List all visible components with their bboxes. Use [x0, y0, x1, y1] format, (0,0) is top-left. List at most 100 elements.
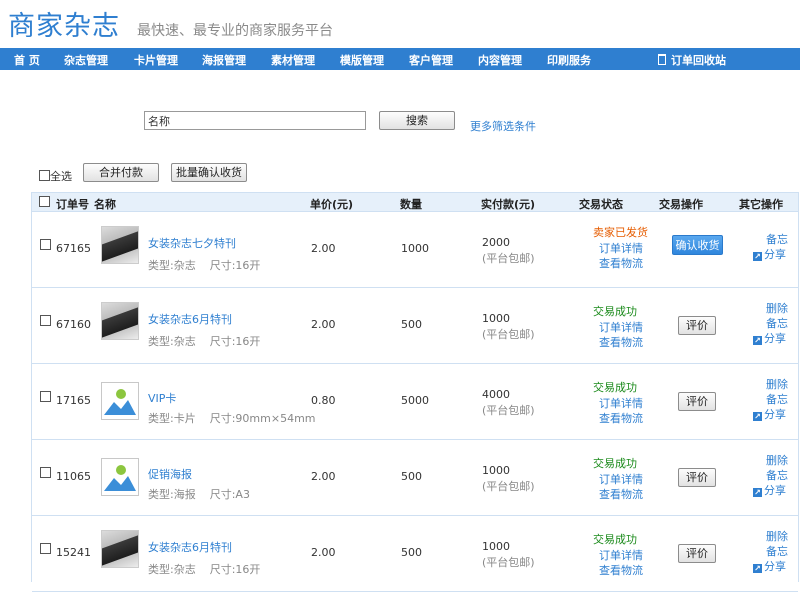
trade-status: 交易成功 — [593, 381, 637, 394]
product-meta: 类型:卡片 尺寸:90mm×54mm — [148, 410, 316, 426]
header-checkbox[interactable] — [39, 196, 50, 207]
search-button[interactable]: 搜索 — [379, 111, 455, 130]
product-thumbnail[interactable] — [101, 302, 139, 340]
view-logistics-link[interactable]: 查看物流 — [599, 562, 643, 578]
memo-link-label: 备忘 — [766, 393, 788, 406]
rate-button[interactable]: 评价 — [678, 316, 716, 335]
order-detail-link[interactable]: 订单详情 — [599, 471, 643, 487]
share-link-label: 分享 — [764, 484, 786, 497]
more-filter-link[interactable]: 更多筛选条件 — [470, 118, 536, 134]
search-input[interactable] — [144, 111, 366, 130]
share-link[interactable]: ↗ 分享 — [753, 558, 786, 574]
product-name-link[interactable]: 女装杂志6月特刊 — [148, 539, 232, 555]
row-checkbox[interactable] — [40, 315, 51, 326]
memo-link[interactable]: 备忘 — [766, 543, 788, 559]
memo-link[interactable]: 备忘 — [766, 391, 788, 407]
share-icon: ↗ — [753, 336, 762, 345]
trade-status: 交易成功 — [593, 533, 637, 546]
nav-item-home[interactable]: 首 页 — [14, 52, 40, 68]
memo-link[interactable]: 备忘 — [766, 467, 788, 483]
trade-status: 交易成功 — [593, 457, 637, 470]
paid-amount: 4000 — [482, 388, 510, 401]
site-logo[interactable]: 商家杂志 — [8, 4, 120, 43]
shipping-note: (平台包邮) — [482, 252, 535, 265]
row-checkbox[interactable] — [40, 239, 51, 250]
delete-link[interactable]: 删除 — [766, 300, 788, 316]
order-detail-link[interactable]: 订单详情 — [599, 395, 643, 411]
memo-link[interactable]: 备忘 — [766, 231, 788, 247]
order-detail-link[interactable]: 订单详情 — [599, 240, 643, 256]
product-thumbnail[interactable] — [101, 530, 139, 568]
product-size: 尺寸:A3 — [209, 488, 250, 501]
rate-button[interactable]: 评价 — [678, 544, 716, 563]
site-slogan: 最快速、最专业的商家服务平台 — [137, 23, 333, 39]
delete-link[interactable]: 删除 — [766, 452, 788, 468]
view-logistics-link[interactable]: 查看物流 — [599, 410, 643, 426]
share-link[interactable]: ↗ 分享 — [753, 246, 786, 262]
row-checkbox[interactable] — [40, 391, 51, 402]
merge-pay-button[interactable]: 合并付款 — [83, 163, 159, 182]
rate-button[interactable]: 评价 — [678, 392, 716, 411]
product-thumbnail[interactable] — [101, 226, 139, 264]
order-id: 17165 — [56, 394, 91, 407]
share-link[interactable]: ↗ 分享 — [753, 482, 786, 498]
product-name-link[interactable]: 女装杂志6月特刊 — [148, 311, 232, 327]
image-placeholder-icon[interactable] — [101, 382, 139, 420]
delete-link[interactable]: 删除 — [766, 528, 788, 544]
delete-link-label: 删除 — [766, 302, 788, 315]
product-size: 尺寸:16开 — [209, 259, 261, 272]
nav-item-template[interactable]: 模版管理 — [340, 52, 384, 68]
share-icon: ↗ — [753, 252, 762, 261]
row-checkbox[interactable] — [40, 543, 51, 554]
nav-item-poster[interactable]: 海报管理 — [202, 52, 246, 68]
table-row: 15241 女装杂志6月特刊 类型:杂志 尺寸:16开 2.00 500 1000 (平台包邮… — [32, 515, 798, 592]
order-detail-link[interactable]: 订单详情 — [599, 319, 643, 335]
product-name-link[interactable]: VIP卡 — [148, 390, 176, 406]
share-link[interactable]: ↗ 分享 — [753, 406, 786, 422]
shipping-note: (平台包邮) — [482, 328, 535, 341]
nav-item-content[interactable]: 内容管理 — [478, 52, 522, 68]
share-link-label: 分享 — [764, 248, 786, 261]
view-logistics-link[interactable]: 查看物流 — [599, 255, 643, 271]
rate-button[interactable]: 评价 — [678, 468, 716, 487]
col-header-status: 交易状态 — [579, 198, 623, 211]
header: 商家杂志 最快速、最专业的商家服务平台 — [0, 0, 800, 46]
delete-link-label: 删除 — [766, 454, 788, 467]
nav-item-magazine[interactable]: 杂志管理 — [64, 52, 108, 68]
col-header-paid: 实付款(元) — [481, 198, 536, 211]
table-row: 67160 女装杂志6月特刊 类型:杂志 尺寸:16开 2.00 500 1000 (平台包邮… — [32, 287, 798, 364]
paid-amount: 1000 — [482, 464, 510, 477]
image-placeholder-icon[interactable] — [101, 458, 139, 496]
delete-link[interactable]: 删除 — [766, 376, 788, 392]
memo-link-label: 备忘 — [766, 317, 788, 330]
view-logistics-link[interactable]: 查看物流 — [599, 334, 643, 350]
unit-price: 2.00 — [311, 470, 336, 483]
share-link[interactable]: ↗ 分享 — [753, 330, 786, 346]
confirm-receipt-button[interactable]: 确认收货 — [672, 235, 723, 255]
memo-link[interactable]: 备忘 — [766, 315, 788, 331]
row-checkbox[interactable] — [40, 467, 51, 478]
product-size: 尺寸:16开 — [209, 563, 261, 576]
share-icon: ↗ — [753, 412, 762, 421]
view-logistics-link[interactable]: 查看物流 — [599, 486, 643, 502]
nav-item-material[interactable]: 素材管理 — [271, 52, 315, 68]
nav-item-order-trash[interactable]: 订单回收站 — [658, 52, 726, 68]
product-type: 类型:杂志 — [148, 563, 196, 576]
product-name-link[interactable]: 女装杂志七夕特刊 — [148, 235, 236, 251]
product-name-link[interactable]: 促销海报 — [148, 466, 192, 482]
nav-item-customer[interactable]: 客户管理 — [409, 52, 453, 68]
order-detail-link[interactable]: 订单详情 — [599, 547, 643, 563]
table-row: 67165 女装杂志七夕特刊 类型:杂志 尺寸:16开 2.00 1000 2000 (平台包… — [32, 211, 798, 288]
shipping-note: (平台包邮) — [482, 556, 535, 569]
trade-status: 交易成功 — [593, 305, 637, 318]
quantity: 500 — [401, 470, 422, 483]
quantity: 500 — [401, 318, 422, 331]
share-link-label: 分享 — [764, 408, 786, 421]
table-row: 17165 VIP卡 类型:卡片 尺寸:90mm×54mm 0.80 5000 4000 (平… — [32, 363, 798, 440]
select-all-checkbox[interactable] — [39, 170, 50, 181]
order-id: 15241 — [56, 546, 91, 559]
batch-confirm-button[interactable]: 批量确认收货 — [171, 163, 247, 182]
nav-item-print[interactable]: 印刷服务 — [547, 52, 591, 68]
nav-item-card[interactable]: 卡片管理 — [134, 52, 178, 68]
select-all[interactable]: 全选 — [39, 168, 72, 184]
